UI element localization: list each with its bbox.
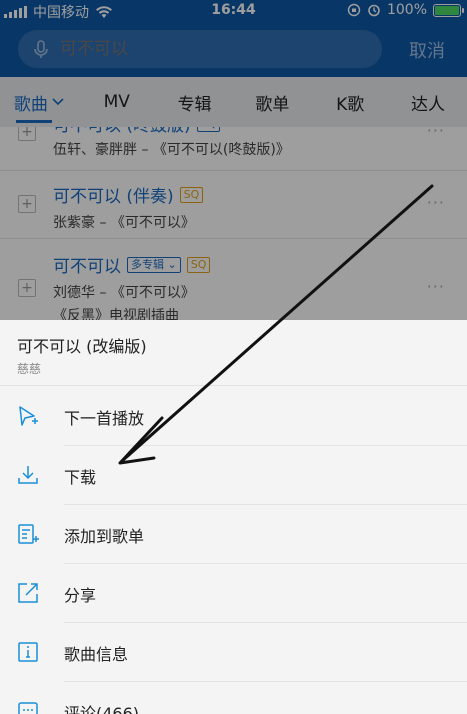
song-info-item[interactable]: 歌曲信息 bbox=[0, 623, 467, 682]
menu-item-label: 歌曲信息 bbox=[64, 645, 129, 664]
info-icon bbox=[18, 642, 38, 662]
download-item[interactable]: 下载 bbox=[0, 446, 467, 505]
song-action-sheet: 可不可以 (改编版) 慈慈 下一首播放 下载 添加到歌单 分享 歌曲信息 评论(… bbox=[0, 320, 467, 714]
menu-item-label: 分享 bbox=[64, 586, 97, 605]
action-sheet-header: 可不可以 (改编版) 慈慈 bbox=[0, 320, 467, 386]
comments-item[interactable]: 评论(466) bbox=[0, 682, 467, 714]
menu-item-label: 下一首播放 bbox=[64, 409, 145, 428]
download-icon bbox=[18, 466, 38, 484]
share-item[interactable]: 分享 bbox=[0, 564, 467, 623]
menu-item-label: 添加到歌单 bbox=[64, 527, 145, 546]
modal-overlay[interactable] bbox=[0, 0, 467, 320]
play-next-icon bbox=[19, 406, 38, 426]
sheet-song-artist: 慈慈 bbox=[17, 362, 42, 376]
add-to-playlist-item[interactable]: 添加到歌单 bbox=[0, 505, 467, 564]
menu-item-label: 下载 bbox=[64, 468, 97, 487]
add-to-playlist-icon bbox=[18, 524, 39, 544]
share-icon bbox=[18, 583, 38, 603]
play-next-item[interactable]: 下一首播放 bbox=[0, 387, 467, 446]
menu-item-label: 评论(466) bbox=[64, 704, 140, 714]
comment-icon bbox=[18, 702, 38, 714]
sheet-song-title: 可不可以 (改编版) bbox=[17, 337, 147, 356]
